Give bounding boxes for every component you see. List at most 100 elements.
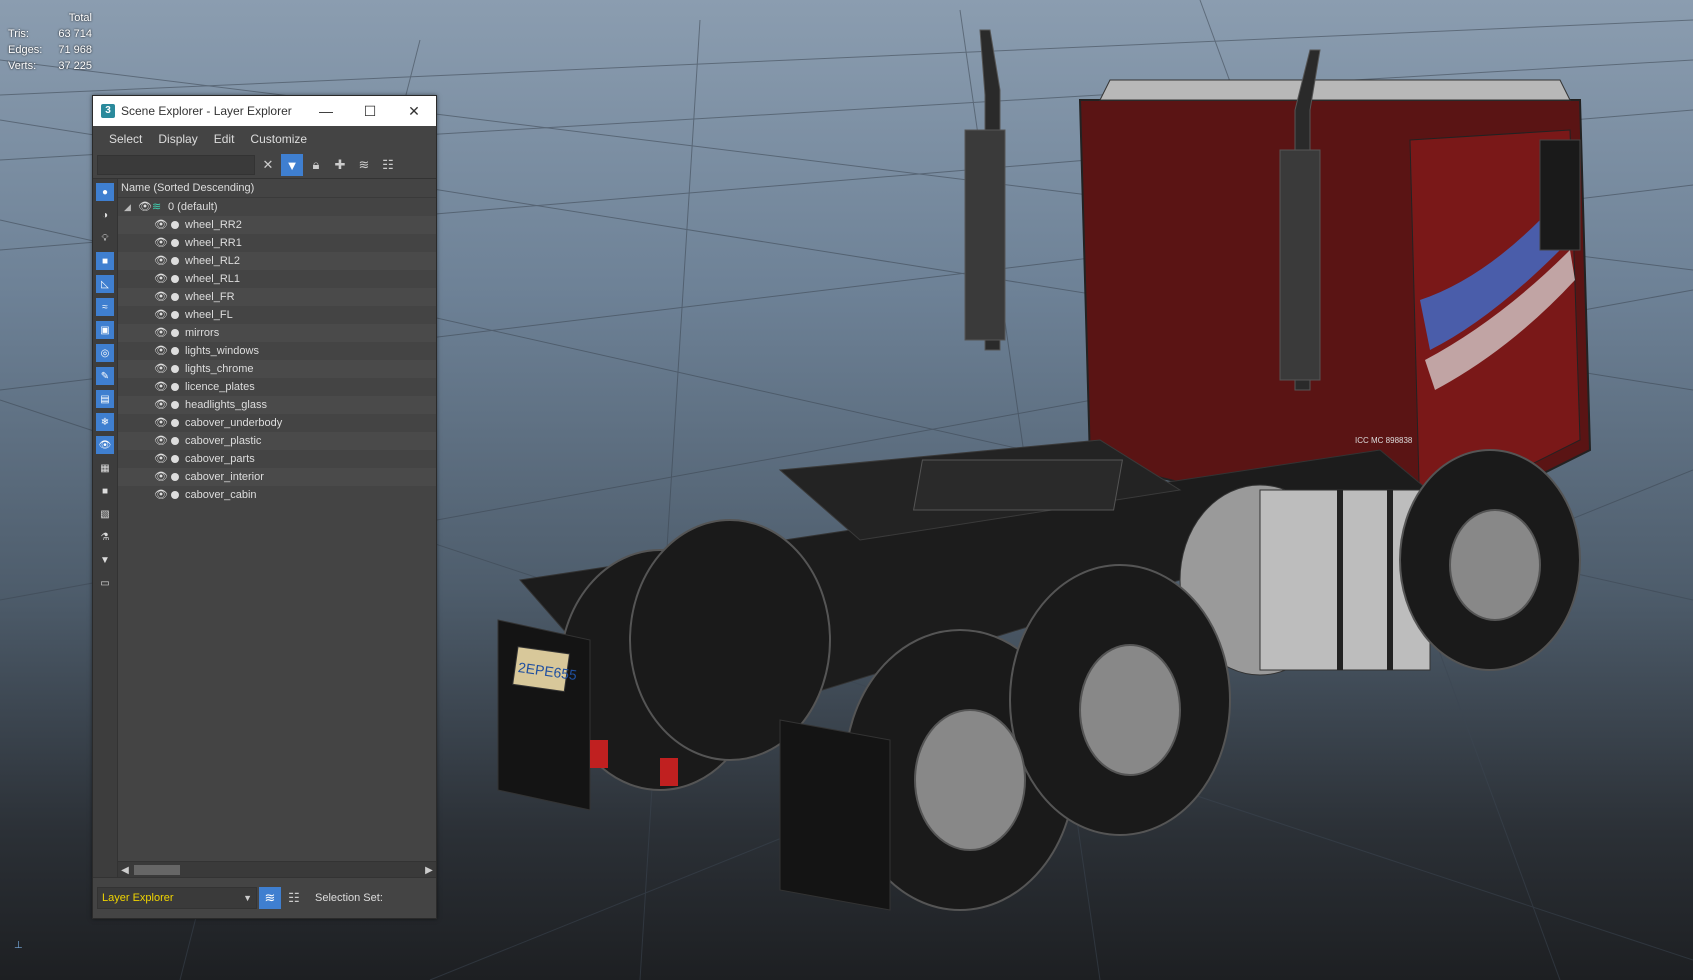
- object-name: wheel_RR1: [185, 237, 242, 249]
- layers-button[interactable]: ≋: [353, 154, 375, 176]
- horizontal-scrollbar[interactable]: ◀ ▶: [118, 861, 436, 878]
- tree-row-object[interactable]: 👁︎ lights_windows: [118, 342, 436, 360]
- visibility-eye-icon[interactable]: 👁︎: [154, 288, 168, 306]
- visibility-eye-icon[interactable]: 👁︎: [154, 216, 168, 234]
- object-name: wheel_RR2: [185, 219, 242, 231]
- tree-row-object[interactable]: 👁︎ cabover_underbody: [118, 414, 436, 432]
- maximize-icon: ☐: [363, 102, 377, 119]
- visibility-eye-icon[interactable]: 👁︎: [154, 396, 168, 414]
- visibility-eye-icon[interactable]: 👁︎: [138, 198, 152, 216]
- menu-bar: Select Display Edit Customize: [93, 126, 436, 152]
- tree-row-object[interactable]: 👁︎ licence_plates: [118, 378, 436, 396]
- hierarchy-button[interactable]: ☷: [377, 154, 399, 176]
- frozen-filter-icon[interactable]: ❄: [96, 413, 114, 431]
- viewport-statistics: Total Tris: 63 714 Edges: 71 968 Verts: 37 …: [8, 10, 92, 74]
- menu-customize[interactable]: Customize: [242, 132, 315, 146]
- cameras-filter-icon[interactable]: ■: [96, 252, 114, 270]
- visibility-eye-icon[interactable]: 👁︎: [154, 378, 168, 396]
- layers-icon: ≋: [264, 890, 276, 905]
- object-name: lights_chrome: [185, 363, 254, 375]
- close-icon: ✕: [408, 102, 420, 119]
- tree-row-root-layer[interactable]: ◢ 👁︎ ≋ 0 (default): [118, 198, 436, 216]
- search-input[interactable]: [97, 155, 255, 175]
- expand-toggle-icon[interactable]: ◢: [124, 198, 138, 216]
- scroll-track[interactable]: [132, 864, 422, 876]
- object-dot-icon: [171, 455, 179, 463]
- column-header-name[interactable]: Name (Sorted Descending): [118, 179, 436, 198]
- visibility-eye-icon[interactable]: 👁︎: [154, 270, 168, 288]
- tree-row-object[interactable]: 👁︎ cabover_parts: [118, 450, 436, 468]
- geometry-filter-icon[interactable]: ◑: [96, 206, 114, 224]
- add-layer-button[interactable]: ✚: [329, 154, 351, 176]
- groups-filter-icon[interactable]: ▣: [96, 321, 114, 339]
- object-dot-icon: [171, 419, 179, 427]
- maximize-button[interactable]: ☐: [348, 96, 392, 126]
- object-name: mirrors: [185, 327, 220, 339]
- scene-explorer-window[interactable]: 3 Scene Explorer - Layer Explorer — ☐ ✕ …: [92, 95, 437, 919]
- hierarchy-icon: ☷: [382, 157, 394, 172]
- visibility-eye-icon[interactable]: 👁︎: [154, 432, 168, 450]
- explorer-bottom-bar: Layer Explorer ▼ ≋ ☷ Selection Set:: [93, 877, 436, 918]
- tail-light-right: [660, 758, 678, 786]
- tree-row-object[interactable]: 👁︎ mirrors: [118, 324, 436, 342]
- visibility-eye-icon[interactable]: 👁︎: [154, 486, 168, 504]
- visibility-eye-icon[interactable]: 👁︎: [154, 360, 168, 378]
- visibility-eye-icon[interactable]: 👁︎: [154, 414, 168, 432]
- filter-toggle-button[interactable]: ▼: [281, 154, 303, 176]
- visibility-eye-icon[interactable]: 👁︎: [154, 306, 168, 324]
- selection-set-label: Selection Set:: [315, 892, 383, 904]
- all-icon[interactable]: ▦: [96, 459, 114, 477]
- tree-row-object[interactable]: 👁︎ lights_chrome: [118, 360, 436, 378]
- visibility-eye-icon[interactable]: 👁︎: [154, 252, 168, 270]
- truck-model[interactable]: 2EPE655 ICC MC 898838: [480, 20, 1640, 940]
- menu-edit[interactable]: Edit: [206, 132, 243, 146]
- object-name: cabover_parts: [185, 453, 255, 465]
- tree-row-object[interactable]: 👁︎ cabover_interior: [118, 468, 436, 486]
- window-titlebar[interactable]: 3 Scene Explorer - Layer Explorer — ☐ ✕: [93, 96, 436, 126]
- visibility-eye-icon[interactable]: 👁︎: [154, 468, 168, 486]
- scroll-thumb[interactable]: [134, 865, 180, 875]
- explorer-mode-value: Layer Explorer: [102, 892, 174, 904]
- scroll-left-icon[interactable]: ◀: [118, 865, 132, 876]
- tree-row-object[interactable]: 👁︎ cabover_plastic: [118, 432, 436, 450]
- tree-row-object[interactable]: 👁︎ wheel_FL: [118, 306, 436, 324]
- invert-icon[interactable]: ▧: [96, 505, 114, 523]
- bones-filter-icon[interactable]: ✎: [96, 367, 114, 385]
- hierarchy-mode-button[interactable]: ☷: [283, 887, 305, 909]
- hidden-filter-icon[interactable]: 👁︎: [96, 436, 114, 454]
- visibility-eye-icon[interactable]: 👁︎: [154, 324, 168, 342]
- none-icon[interactable]: ■: [96, 482, 114, 500]
- tree-row-object[interactable]: 👁︎ wheel_RR1: [118, 234, 436, 252]
- folder-icon[interactable]: ▭: [96, 574, 114, 592]
- lock-button[interactable]: 🔒︎: [305, 154, 327, 176]
- visibility-eye-icon[interactable]: 👁︎: [154, 450, 168, 468]
- helpers-filter-icon[interactable]: ◺: [96, 275, 114, 293]
- lights-filter-icon[interactable]: 💡︎: [96, 229, 114, 247]
- filter-settings-icon[interactable]: ⚗: [96, 528, 114, 546]
- tree-row-object[interactable]: 👁︎ wheel_FR: [118, 288, 436, 306]
- tree-row-object[interactable]: 👁︎ cabover_cabin: [118, 486, 436, 504]
- scroll-right-icon[interactable]: ▶: [422, 865, 436, 876]
- minimize-button[interactable]: —: [304, 96, 348, 126]
- funnel-icon[interactable]: ▼: [96, 551, 114, 569]
- tree-row-object[interactable]: 👁︎ wheel_RR2: [118, 216, 436, 234]
- visibility-eye-icon[interactable]: 👁︎: [154, 342, 168, 360]
- object-name: wheel_FL: [185, 309, 233, 321]
- containers-filter-icon[interactable]: ▤: [96, 390, 114, 408]
- layer-mode-button[interactable]: ≋: [259, 887, 281, 909]
- tree-row-object[interactable]: 👁︎ headlights_glass: [118, 396, 436, 414]
- clear-search-button[interactable]: ✕: [257, 154, 279, 176]
- spacewarps-filter-icon[interactable]: ≈: [96, 298, 114, 316]
- menu-display[interactable]: Display: [150, 132, 205, 146]
- close-button[interactable]: ✕: [392, 96, 436, 126]
- display-all-icon[interactable]: ●: [96, 183, 114, 201]
- object-dot-icon: [171, 383, 179, 391]
- explorer-mode-dropdown[interactable]: Layer Explorer ▼: [97, 887, 257, 909]
- menu-select[interactable]: Select: [101, 132, 150, 146]
- visibility-eye-icon[interactable]: 👁︎: [154, 234, 168, 252]
- tree-row-object[interactable]: 👁︎ wheel_RL2: [118, 252, 436, 270]
- stats-tris-label: Tris:: [8, 28, 29, 40]
- xrefs-filter-icon[interactable]: ◎: [96, 344, 114, 362]
- tree-row-object[interactable]: 👁︎ wheel_RL1: [118, 270, 436, 288]
- stats-edges-label: Edges:: [8, 44, 43, 56]
